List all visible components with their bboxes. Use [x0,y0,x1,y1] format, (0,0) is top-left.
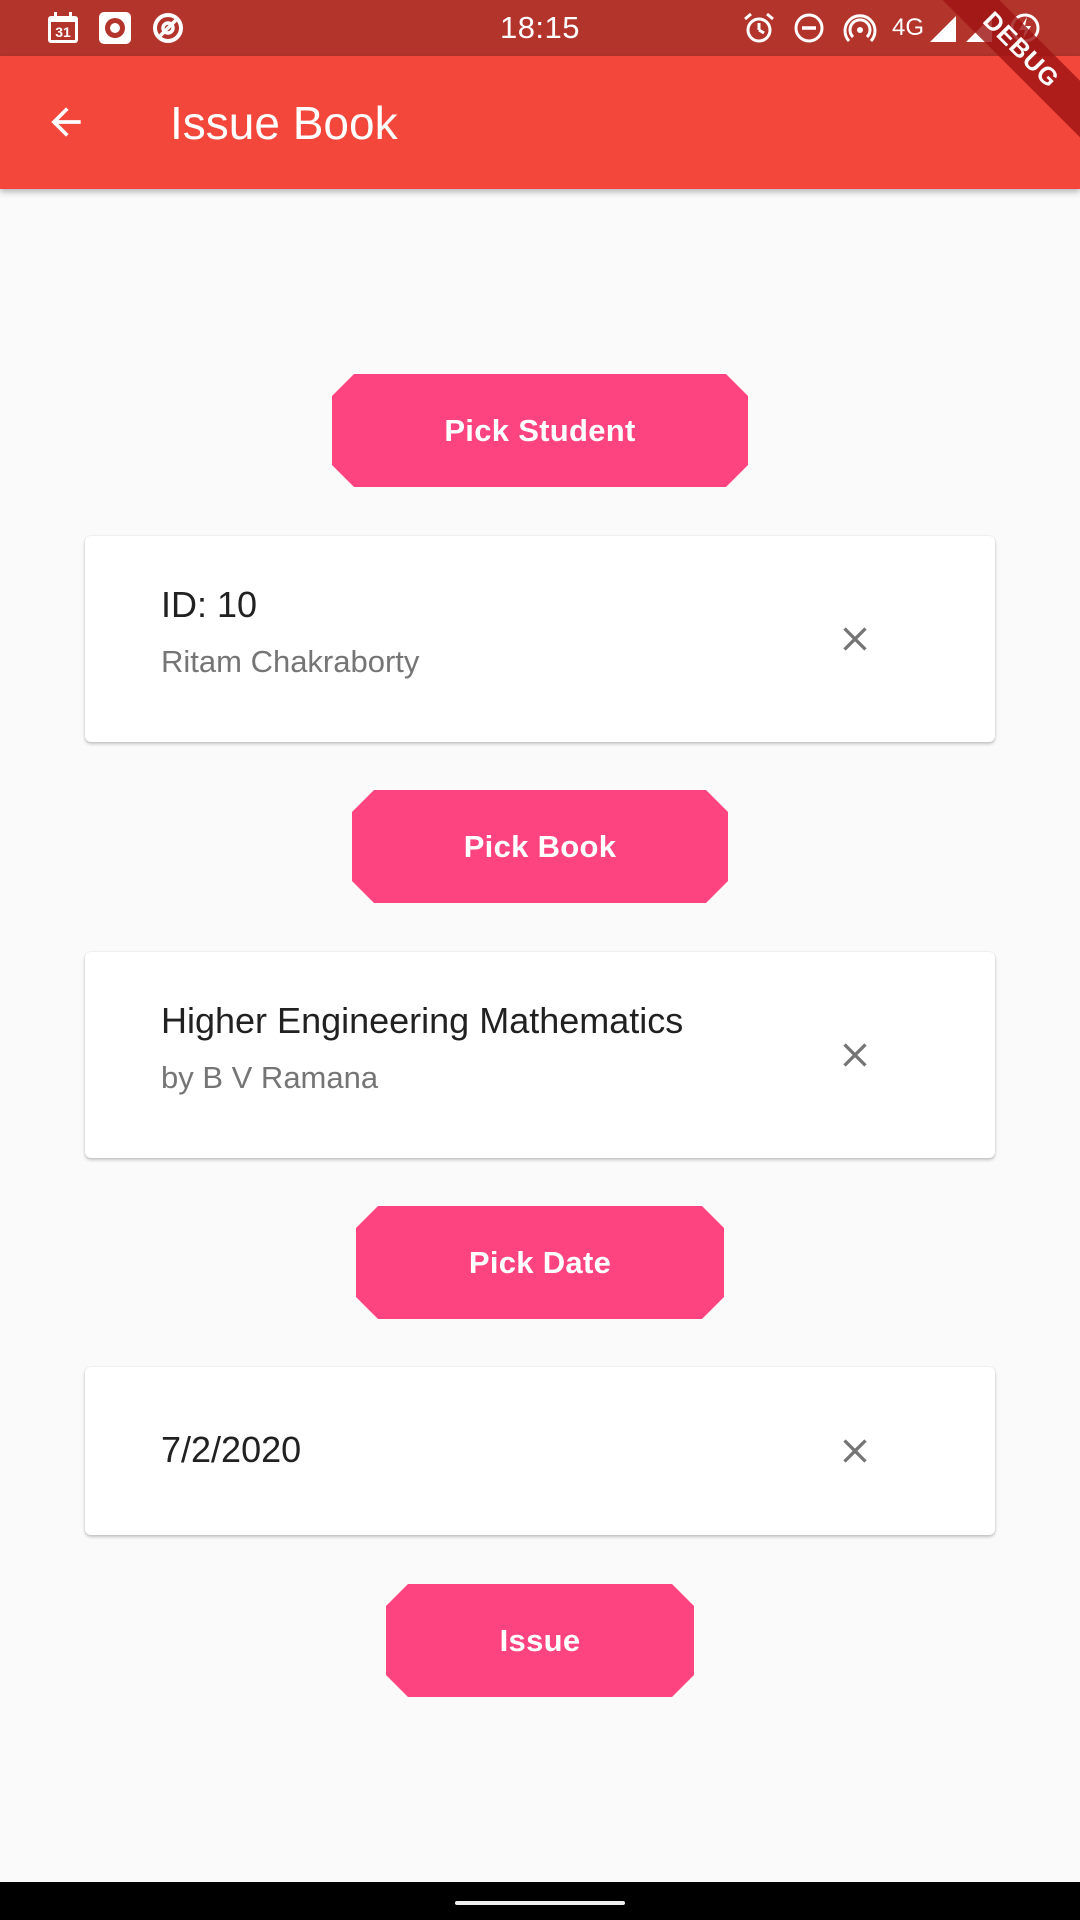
hotspot-icon [843,11,877,45]
clear-date-button[interactable] [827,1423,883,1479]
clear-book-button[interactable] [827,1027,883,1083]
arrow-back-icon [51,107,81,137]
selected-date: 7/2/2020 [161,1429,302,1470]
pick-student-button[interactable]: Pick Student [332,374,748,487]
close-icon [843,627,867,651]
issue-book-form: Pick Student ID: 10 Ritam Chakraborty Pi… [0,189,1080,1882]
student-card: ID: 10 Ritam Chakraborty [85,536,995,742]
back-button[interactable] [34,90,98,154]
pick-book-button[interactable]: Pick Book [352,790,728,903]
app-bar: Issue Book [0,56,1080,189]
alarm-icon [742,11,776,45]
close-icon [843,1043,867,1067]
debug-banner: DEBUG [920,0,1080,160]
page-title: Issue Book [170,97,398,149]
do-not-disturb-icon [792,11,826,45]
student-id: ID: 10 [161,584,258,625]
issue-button[interactable]: Issue [386,1584,694,1697]
debug-label: DEBUG [925,0,1080,146]
book-card: Higher Engineering Mathematics by B V Ra… [85,952,995,1158]
clear-student-button[interactable] [827,611,883,667]
status-bar: 31 18:15 4G [0,0,1080,56]
gesture-handle[interactable] [455,1901,625,1905]
student-name: Ritam Chakraborty [161,644,420,679]
navigation-bar [0,1882,1080,1920]
book-author: by B V Ramana [161,1060,379,1095]
book-title: Higher Engineering Mathematics [161,1000,684,1041]
close-icon [843,1439,867,1463]
pick-date-button[interactable]: Pick Date [356,1206,724,1319]
date-card: 7/2/2020 [85,1367,995,1535]
